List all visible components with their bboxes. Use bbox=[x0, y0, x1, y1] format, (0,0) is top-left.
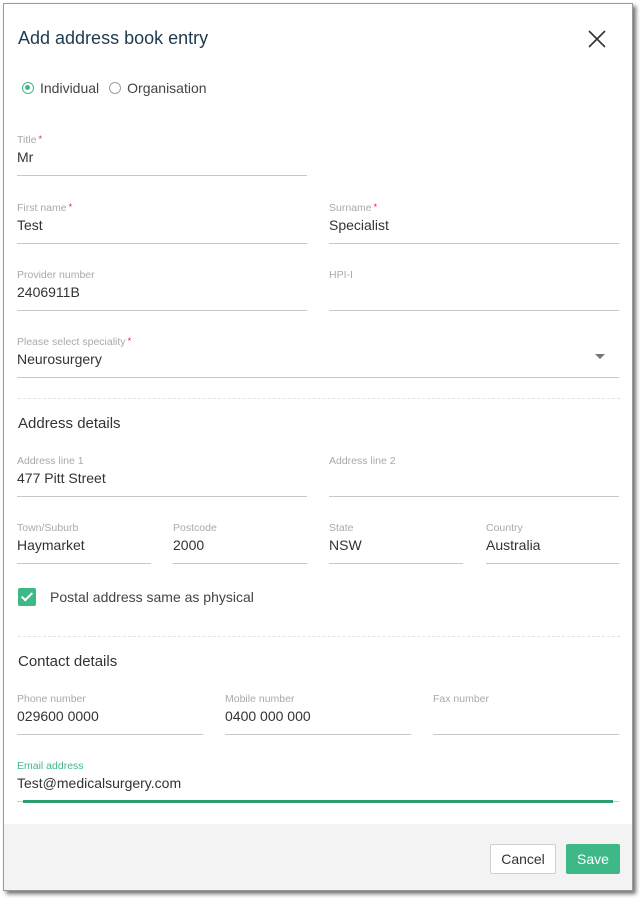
focus-underline bbox=[23, 800, 613, 803]
country-label: Country bbox=[486, 522, 523, 534]
dialog-footer: Cancel Save bbox=[4, 824, 632, 890]
section-divider bbox=[18, 398, 620, 399]
field-label: Title * bbox=[17, 134, 42, 146]
contact-details-heading: Contact details bbox=[18, 653, 118, 670]
provider-number-value: 2406911B bbox=[17, 284, 80, 300]
email-address-field[interactable]: Email address Test@medicalsurgery.com bbox=[17, 760, 619, 803]
address-line-1-label: Address line 1 bbox=[17, 455, 84, 467]
required-marker: * bbox=[68, 202, 73, 212]
first-name-label: First name bbox=[17, 202, 67, 214]
postal-same-checkbox[interactable] bbox=[18, 588, 36, 606]
close-icon bbox=[588, 30, 606, 48]
add-address-book-dialog: Add address book entry Individual Organi… bbox=[3, 3, 633, 891]
radio-selected-icon bbox=[22, 82, 34, 94]
country-field[interactable]: Country Australia bbox=[486, 522, 619, 564]
title-value: Mr bbox=[17, 149, 34, 165]
radio-individual[interactable]: Individual bbox=[22, 80, 99, 96]
speciality-label: Please select speciality bbox=[17, 336, 126, 348]
dialog-title: Add address book entry bbox=[18, 28, 209, 48]
address-line-2-field[interactable]: Address line 2 bbox=[329, 455, 619, 497]
surname-field[interactable]: Surname * Specialist bbox=[329, 202, 619, 244]
fax-number-field[interactable]: Fax number bbox=[433, 693, 619, 735]
title-label: Title bbox=[17, 134, 37, 146]
radio-label: Organisation bbox=[127, 80, 207, 96]
town-suburb-label: Town/Suburb bbox=[17, 522, 79, 534]
mobile-number-label: Mobile number bbox=[225, 693, 295, 705]
phone-number-value: 029600 0000 bbox=[17, 708, 99, 724]
state-value: NSW bbox=[329, 537, 362, 553]
town-suburb-field[interactable]: Town/Suburb Haymarket bbox=[17, 522, 151, 564]
provider-number-label: Provider number bbox=[17, 269, 95, 281]
phone-number-label: Phone number bbox=[17, 693, 86, 705]
postcode-value: 2000 bbox=[173, 537, 205, 553]
speciality-select[interactable]: Please select speciality * Neurosurgery bbox=[17, 336, 619, 378]
address-details-heading: Address details bbox=[18, 415, 121, 432]
fax-number-label: Fax number bbox=[433, 693, 490, 705]
provider-number-field[interactable]: Provider number 2406911B bbox=[17, 269, 307, 311]
address-line-1-value: 477 Pitt Street bbox=[17, 470, 106, 486]
radio-organisation[interactable]: Organisation bbox=[109, 80, 207, 96]
radio-unselected-icon bbox=[109, 82, 122, 94]
radio-label: Individual bbox=[40, 80, 100, 96]
first-name-value: Test bbox=[17, 217, 43, 233]
address-line-1-field[interactable]: Address line 1 477 Pitt Street bbox=[17, 455, 307, 497]
town-suburb-value: Haymarket bbox=[17, 537, 85, 553]
state-field[interactable]: State NSW bbox=[329, 522, 463, 564]
postcode-field[interactable]: Postcode 2000 bbox=[173, 522, 307, 564]
cancel-button[interactable]: Cancel bbox=[490, 844, 556, 874]
entry-type-radio-group: Individual Organisation bbox=[22, 80, 217, 96]
field-label: Surname * bbox=[329, 202, 377, 214]
first-name-field[interactable]: First name * Test bbox=[17, 202, 307, 244]
email-address-value: Test@medicalsurgery.com bbox=[17, 775, 182, 791]
field-label: First name * bbox=[17, 202, 72, 214]
section-divider bbox=[18, 636, 620, 637]
required-marker: * bbox=[38, 134, 42, 144]
country-value: Australia bbox=[486, 537, 541, 553]
phone-number-field[interactable]: Phone number 029600 0000 bbox=[17, 693, 203, 735]
postal-same-label[interactable]: Postal address same as physical bbox=[50, 589, 254, 605]
dropdown-caret-icon[interactable] bbox=[595, 354, 605, 359]
email-address-label: Email address bbox=[17, 760, 84, 772]
save-button[interactable]: Save bbox=[566, 844, 620, 874]
surname-value: Specialist bbox=[329, 217, 389, 233]
title-field[interactable]: Title * Mr bbox=[17, 134, 307, 176]
mobile-number-field[interactable]: Mobile number 0400 000 000 bbox=[225, 693, 411, 735]
postal-same-checkbox-row: Postal address same as physical bbox=[18, 588, 254, 606]
surname-label: Surname bbox=[329, 202, 372, 214]
speciality-value: Neurosurgery bbox=[17, 351, 102, 367]
hpi-i-field[interactable]: HPI-I bbox=[329, 269, 619, 311]
mobile-number-value: 0400 000 000 bbox=[225, 708, 311, 724]
close-button[interactable] bbox=[586, 28, 608, 50]
field-label: Please select speciality * bbox=[17, 336, 131, 348]
required-marker: * bbox=[373, 202, 378, 212]
address-line-2-label: Address line 2 bbox=[329, 455, 396, 467]
required-marker: * bbox=[127, 336, 132, 346]
postcode-label: Postcode bbox=[173, 522, 217, 534]
state-label: State bbox=[329, 522, 354, 534]
hpi-i-label: HPI-I bbox=[329, 269, 353, 281]
